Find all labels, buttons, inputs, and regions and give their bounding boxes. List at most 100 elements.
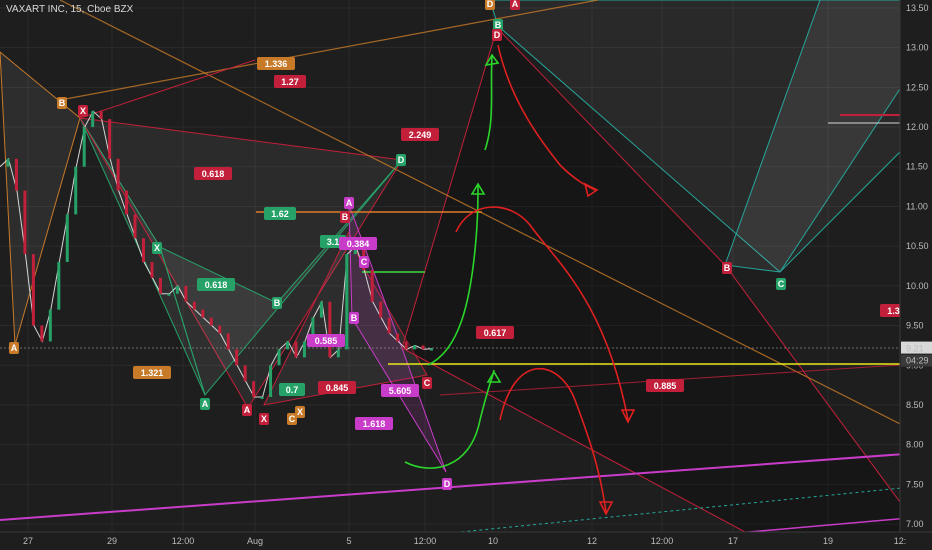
price-tick-label: 13.50: [906, 3, 929, 13]
candle: [336, 349, 340, 358]
candle: [235, 349, 239, 366]
candle: [175, 285, 179, 294]
ratio-value: 3.1: [327, 237, 340, 247]
pattern-point-b: B: [57, 97, 67, 109]
candle: [319, 301, 323, 318]
ratio-value: 2.249: [409, 130, 432, 140]
pattern-point-c: C: [287, 413, 297, 425]
current-price-label: 9.21: [906, 344, 924, 354]
candle: [192, 301, 196, 310]
time-tick-label: 12:00: [651, 536, 674, 546]
price-tick-label: 11.50: [906, 162, 928, 172]
pattern-point-label: B: [59, 98, 66, 108]
ratio-label: 1.321: [133, 366, 171, 379]
candle: [167, 293, 171, 296]
ratio-value: 1.618: [363, 419, 386, 429]
pattern-point-label: A: [202, 399, 209, 409]
candle: [328, 301, 332, 358]
candle: [243, 365, 247, 382]
candle: [404, 341, 408, 350]
price-tick-label: 7.00: [906, 519, 924, 529]
time-tick-label: 12:00: [172, 536, 195, 546]
price-tick-label: 10.50: [906, 241, 929, 251]
pattern-point-a: A: [9, 342, 19, 354]
price-chart[interactable]: ABXXABDAXXCABCBCDD ABDBC1.3361.270.6181.6…: [0, 0, 932, 550]
pattern-point-label: A: [346, 198, 353, 208]
pattern-point-label: B: [274, 298, 281, 308]
candle: [82, 127, 86, 167]
ratio-label: 0.885: [646, 379, 684, 392]
candle: [23, 190, 27, 255]
time-tick-label: 17: [728, 536, 738, 546]
price-tick-label: 10.00: [906, 281, 929, 291]
pattern-point-d: D: [396, 154, 406, 166]
candle: [116, 158, 120, 191]
ratio-value: 0.885: [654, 381, 677, 391]
ratio-label: 0.585: [307, 334, 345, 347]
pattern-point-b: B: [349, 312, 359, 324]
pattern-point-label: C: [289, 414, 296, 424]
ratio-value: 0.585: [315, 336, 338, 346]
pattern-point-label: B: [342, 212, 349, 222]
price-tick-label: 13.00: [906, 43, 929, 53]
price-tick-label: 12.50: [906, 82, 929, 92]
pattern-point-label: C: [424, 378, 431, 388]
pattern-point-a: A: [242, 404, 252, 416]
time-tick-label: 5: [346, 536, 351, 546]
pattern-point-label: X: [154, 243, 160, 253]
candle: [184, 285, 188, 302]
candle: [430, 348, 433, 351]
ratio-value: 0.618: [205, 280, 228, 290]
ratio-value: 1.62: [271, 209, 289, 219]
candle: [286, 341, 289, 350]
pattern-point-a: A: [510, 0, 520, 10]
pattern-point-c: C: [359, 256, 369, 268]
chart-container[interactable]: A B X X A B D A X X C A B C B C D D A B D B C 1.336 1.27 0.618 1.6…: [0, 0, 932, 550]
pattern-point-label: X: [261, 414, 267, 424]
candle: [277, 349, 281, 366]
time-tick-label: 10: [488, 536, 498, 546]
ratio-label: 1.27: [274, 75, 306, 88]
ratio-label: 0.618: [197, 278, 235, 291]
candle: [218, 325, 222, 334]
pattern-point-d: D: [485, 0, 495, 10]
candle: [413, 345, 417, 350]
candle: [294, 341, 298, 358]
pattern-point-a: A: [344, 197, 354, 209]
price-tick-label: 9.50: [906, 321, 924, 331]
price-tick-label: 12.00: [906, 122, 929, 132]
candle: [370, 269, 374, 302]
candle: [6, 158, 10, 167]
pattern-point-label: D: [494, 30, 501, 40]
ratio-value: 0.7: [286, 385, 299, 395]
price-tick-label: 7.50: [906, 479, 924, 489]
ratio-label: 0.618: [194, 167, 232, 180]
candle: [99, 111, 103, 120]
pattern-point-label: B: [495, 20, 502, 30]
pattern-point-label: C: [778, 279, 785, 289]
candle: [201, 309, 205, 318]
ratio-value: 1.27: [281, 77, 299, 87]
candle: [387, 317, 391, 334]
ratio-label: 1.62: [264, 207, 296, 220]
candle: [345, 254, 349, 350]
pattern-point-label: B: [351, 313, 358, 323]
chart-title: VAXART INC, 15, Cboe BZX: [6, 4, 134, 15]
pattern-point-x: X: [259, 413, 269, 425]
pattern-point-c: C: [776, 278, 786, 290]
candle: [65, 214, 69, 263]
candle: [74, 166, 78, 215]
pattern-point-x: X: [78, 105, 88, 117]
pattern-point-b: B: [722, 262, 732, 274]
time-tick-label: 27: [23, 536, 33, 546]
candle: [142, 238, 145, 263]
pattern-point-b: B: [340, 211, 350, 223]
pattern-point-label: X: [80, 106, 86, 116]
candle: [150, 262, 154, 278]
time-tick-label: 12:00: [414, 536, 437, 546]
pattern-point-d: D: [492, 29, 502, 41]
candle: [31, 254, 35, 326]
price-tick-label: 8.00: [906, 440, 924, 450]
ratio-label: 0.845: [318, 381, 356, 394]
candle: [125, 190, 129, 215]
